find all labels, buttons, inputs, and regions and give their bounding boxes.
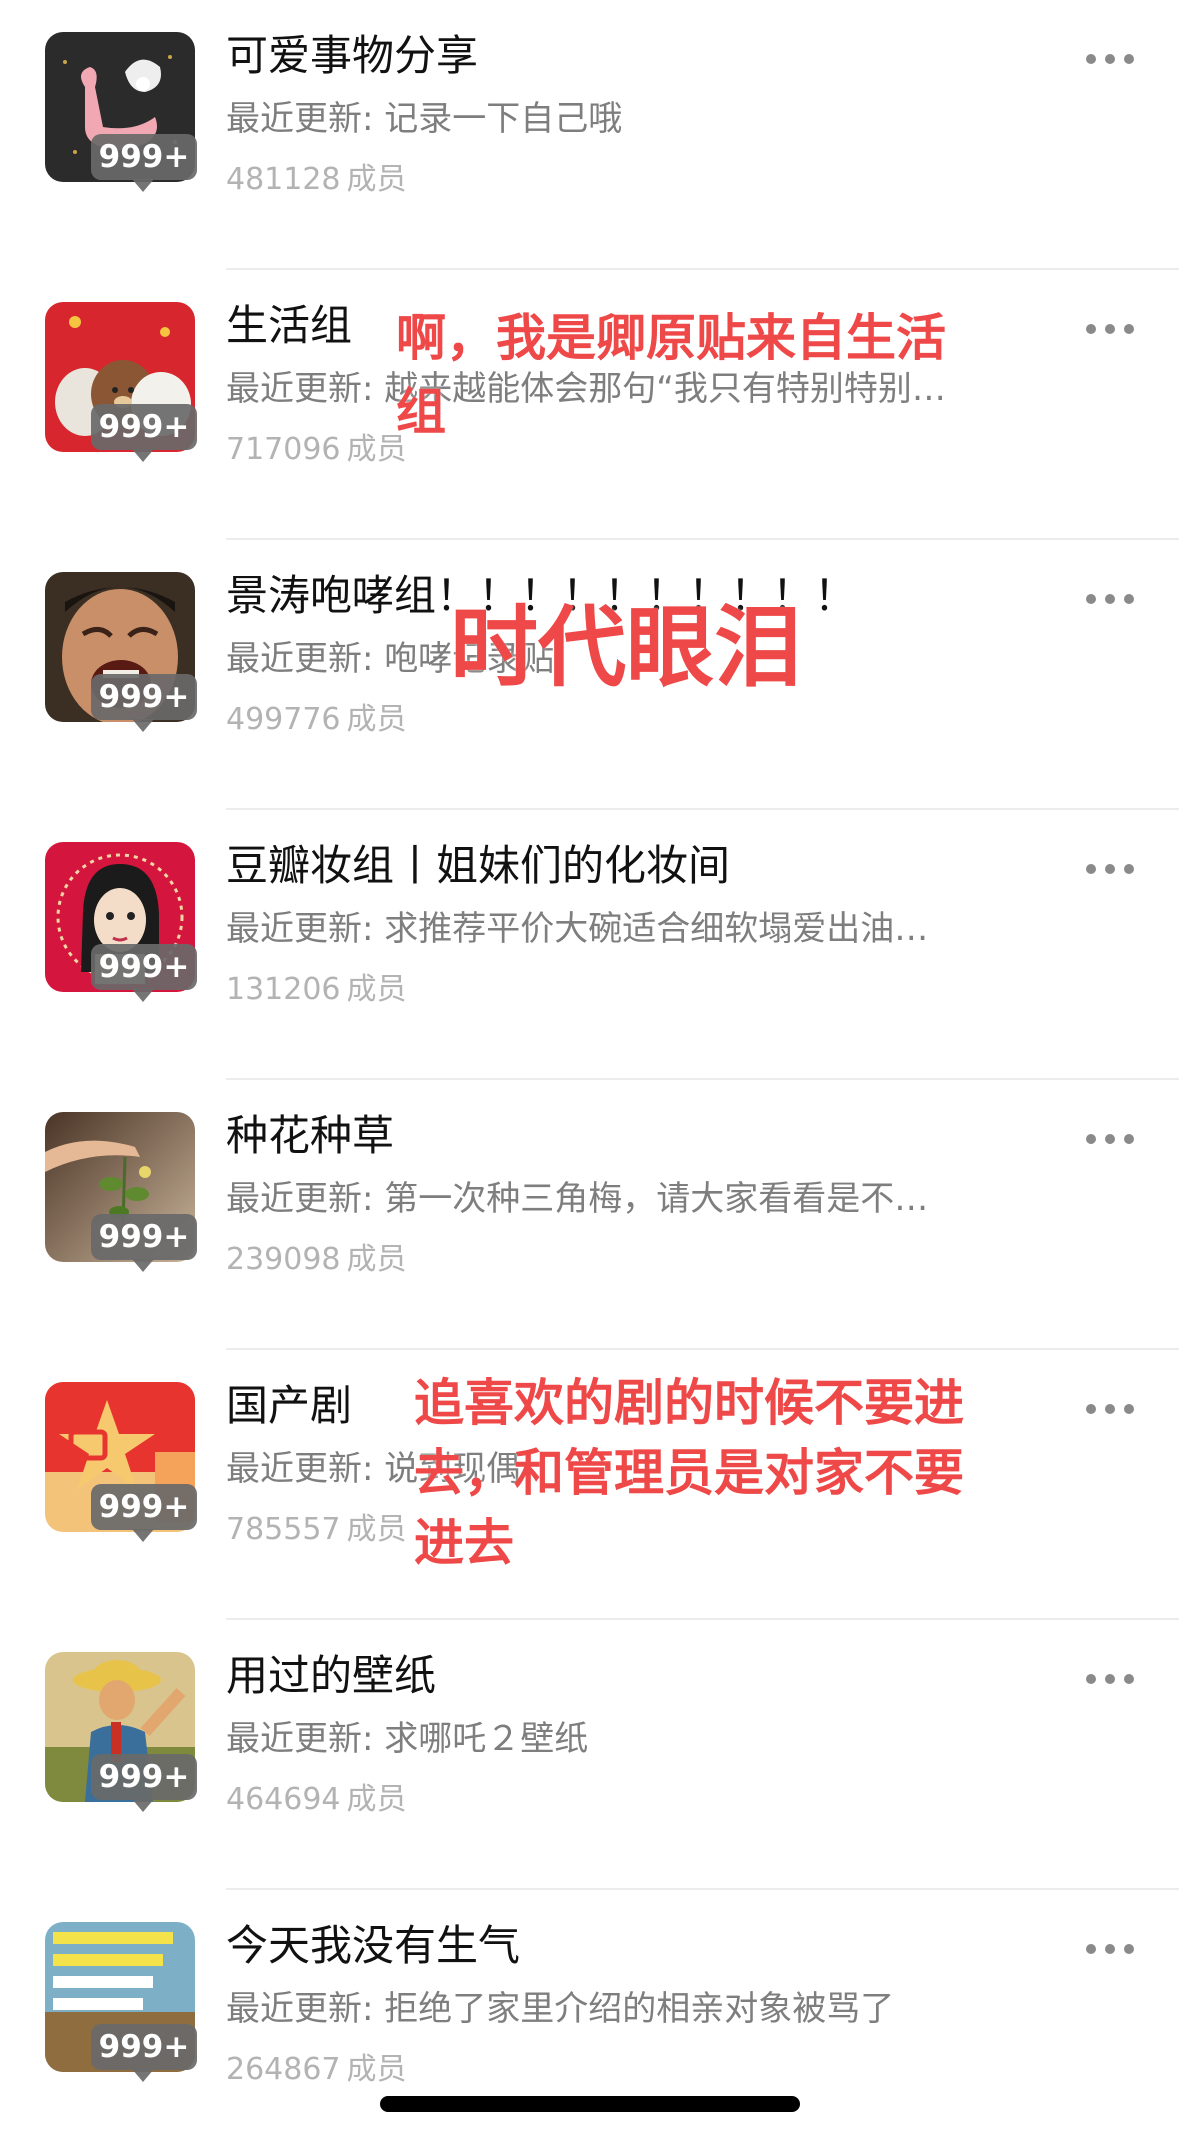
more-button[interactable] (1080, 1660, 1140, 1700)
latest-update-text: 第一次种三角梅，请大家看看是不… (384, 1179, 929, 1219)
group-name: 可爱事物分享 (226, 31, 479, 80)
unread-badge: 999+ (91, 1754, 197, 1800)
badge-tail (132, 449, 154, 462)
group-name: 豆瓣妆组丨姐妹们的化妆间 (226, 841, 731, 890)
member-count: 481128 成员 (226, 157, 407, 203)
latest-update: 最近更新: 第一次种三角梅，请大家看看是不… (226, 1174, 1046, 1224)
group-item[interactable]: 999+ 用过的壁纸 最近更新: 求哪吒２壁纸 464694 成员 (0, 1620, 1179, 1890)
member-count-unit: 成员 (346, 1242, 407, 1277)
unread-badge: 999+ (91, 674, 197, 720)
member-count-unit: 成员 (346, 2052, 407, 2087)
annotation-drama-line2: 去，和管理员是对家不要 (414, 1444, 964, 1502)
annotation-drama-line3: 进去 (414, 1514, 514, 1572)
home-indicator[interactable] (380, 2096, 800, 2112)
badge-tail (132, 989, 154, 1002)
latest-update: 最近更新: 求哪吒２壁纸 (226, 1714, 1046, 1764)
group-item[interactable]: 999+ 可爱事物分享 最近更新: 记录一下自己哦 481128 成员 (0, 0, 1179, 270)
latest-update: 最近更新: 拒绝了家里介绍的相亲对象被骂了 (226, 1984, 1046, 2034)
latest-update-prefix: 最近更新: (226, 1719, 374, 1759)
group-name: 生活组 (226, 301, 353, 350)
group-name: 用过的壁纸 (226, 1651, 437, 1700)
latest-update: 最近更新: 求推荐平价大碗适合细软塌爱出油… (226, 904, 1046, 954)
member-count: 239098 成员 (226, 1237, 407, 1283)
latest-update-prefix: 最近更新: (226, 1989, 374, 2029)
group-name: 种花种草 (226, 1111, 395, 1160)
badge-tail (132, 2069, 154, 2082)
badge-tail (132, 179, 154, 192)
latest-update-text: 求推荐平价大碗适合细软塌爱出油… (384, 909, 929, 949)
badge-tail (132, 1799, 154, 1812)
group-item[interactable]: 999+ 种花种草 最近更新: 第一次种三角梅，请大家看看是不… 239098 成… (0, 1080, 1179, 1350)
annotation-life-group-line1: 啊，我是卿原贴来自生活 (396, 309, 946, 367)
member-count-unit: 成员 (346, 1782, 407, 1817)
member-count-value: 785557 (226, 1512, 341, 1547)
unread-badge: 999+ (91, 404, 197, 450)
latest-update-prefix: 最近更新: (226, 1179, 374, 1219)
member-count-value: 499776 (226, 702, 341, 737)
member-count-unit: 成员 (346, 702, 407, 737)
member-count-unit: 成员 (346, 162, 407, 197)
latest-update-text: 记录一下自己哦 (384, 99, 623, 139)
member-count: 499776 成员 (226, 697, 407, 743)
latest-update-prefix: 最近更新: (226, 1449, 374, 1489)
member-count-value: 717096 (226, 432, 341, 467)
annotation-drama-line1: 追喜欢的剧的时候不要进 (414, 1374, 964, 1432)
latest-update-text: 越来越能体会那句“我只有特别特别… (384, 369, 946, 409)
annotation-tears: 时代眼泪 (450, 596, 803, 699)
member-count-value: 239098 (226, 1242, 341, 1277)
member-count: 717096 成员 (226, 427, 407, 473)
annotation-life-group-line2: 组 (396, 383, 446, 441)
group-list-screen: 999+ 可爱事物分享 最近更新: 记录一下自己哦 481128 成员 999+ … (0, 0, 1179, 2138)
latest-update-text: 拒绝了家里介绍的相亲对象被骂了 (384, 1989, 895, 2029)
badge-tail (132, 1259, 154, 1272)
member-count-value: 464694 (226, 1782, 341, 1817)
member-count-value: 131206 (226, 972, 341, 1007)
latest-update-prefix: 最近更新: (226, 369, 374, 409)
latest-update: 最近更新: 越来越能体会那句“我只有特别特别… (226, 364, 1046, 414)
latest-update: 最近更新: 记录一下自己哦 (226, 94, 1046, 144)
member-count: 785557 成员 (226, 1507, 407, 1553)
more-button[interactable] (1080, 1930, 1140, 1970)
member-count: 464694 成员 (226, 1777, 407, 1823)
more-button[interactable] (1080, 1120, 1140, 1160)
badge-tail (132, 1529, 154, 1542)
latest-update-prefix: 最近更新: (226, 99, 374, 139)
more-button[interactable] (1080, 40, 1140, 80)
latest-update-text: 求哪吒２壁纸 (384, 1719, 589, 1759)
badge-tail (132, 719, 154, 732)
more-button[interactable] (1080, 850, 1140, 890)
unread-badge: 999+ (91, 1484, 197, 1530)
unread-badge: 999+ (91, 2024, 197, 2070)
unread-badge: 999+ (91, 944, 197, 990)
member-count-value: 481128 (226, 162, 341, 197)
member-count: 264867 成员 (226, 2047, 407, 2093)
more-button[interactable] (1080, 310, 1140, 350)
latest-update-prefix: 最近更新: (226, 639, 374, 679)
member-count-unit: 成员 (346, 1512, 407, 1547)
unread-badge: 999+ (91, 1214, 197, 1260)
more-button[interactable] (1080, 580, 1140, 620)
latest-update-prefix: 最近更新: (226, 909, 374, 949)
member-count-unit: 成员 (346, 972, 407, 1007)
member-count-value: 264867 (226, 2052, 341, 2087)
group-name: 今天我没有生气 (226, 1921, 521, 1970)
member-count: 131206 成员 (226, 967, 407, 1013)
group-name: 国产剧 (226, 1381, 353, 1430)
unread-badge: 999+ (91, 134, 197, 180)
group-item[interactable]: 999+ 豆瓣妆组丨姐妹们的化妆间 最近更新: 求推荐平价大碗适合细软塌爱出油…… (0, 810, 1179, 1080)
more-button[interactable] (1080, 1390, 1140, 1430)
